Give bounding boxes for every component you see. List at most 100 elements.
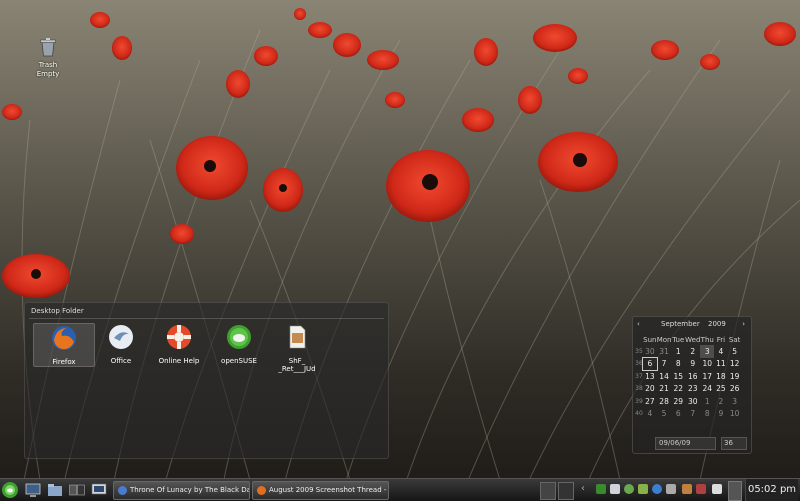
calendar-day[interactable]: 1 [700, 395, 714, 408]
week-number: 39 [635, 397, 643, 405]
pager-icon[interactable] [69, 482, 85, 498]
calendar-day[interactable]: 14 [657, 370, 672, 383]
calendar-day[interactable]: 30 [643, 345, 657, 358]
weeknum-header [635, 334, 643, 345]
week-number: 35 [635, 347, 643, 355]
calendar-day[interactable]: 23 [685, 383, 700, 396]
calendar-day[interactable]: 26 [728, 383, 742, 396]
calendar-day[interactable]: 13 [643, 370, 657, 383]
previous-month-button[interactable]: ‹ [637, 320, 640, 328]
trash-icon [40, 38, 56, 57]
calendar-day[interactable]: 5 [728, 345, 742, 358]
volume-icon[interactable] [596, 484, 606, 494]
folder-item-office[interactable]: Office [91, 323, 151, 365]
calendar-day[interactable]: 27 [643, 395, 657, 408]
calendar-day[interactable]: 3 [728, 395, 742, 408]
calendar-day[interactable]: 2 [714, 395, 728, 408]
update-notifier-icon[interactable] [624, 484, 634, 494]
trash-label-line2: Empty [36, 70, 60, 78]
calendar-day[interactable]: 22 [671, 383, 685, 396]
calendar-day[interactable]: 9 [685, 358, 700, 371]
desktop-folder-widget: Desktop Folder Firefox Office Online Hel… [24, 302, 389, 459]
calendar-day[interactable]: 10 [728, 408, 742, 421]
calendar-day[interactable]: 24 [700, 383, 714, 396]
folder-item-online-help[interactable]: Online Help [149, 323, 209, 365]
calendar-day[interactable]: 9 [714, 408, 728, 421]
task-button-music-player[interactable]: Throne Of Lunacy by The Black Dahlia [113, 481, 250, 500]
calendar-day[interactable]: 28 [657, 395, 672, 408]
calendar-day[interactable]: 19 [728, 370, 742, 383]
next-month-button[interactable]: › [742, 320, 745, 328]
calendar-day[interactable]: 2 [685, 345, 700, 358]
calendar-day[interactable]: 21 [657, 383, 672, 396]
weekday-header: Wed [685, 335, 701, 344]
weekday-header: Tue [672, 335, 685, 344]
task-label: Throne Of Lunacy by The Black Dahlia [130, 486, 249, 494]
application-launcher-icon[interactable] [0, 479, 20, 501]
show-desktop-icon[interactable] [25, 482, 41, 498]
file-manager-icon[interactable] [47, 482, 63, 498]
folder-title: Desktop Folder [31, 307, 84, 315]
tray-expand-arrow-icon[interactable]: ‹ [581, 483, 591, 497]
calendar-day[interactable]: 5 [657, 408, 672, 421]
calendar-day[interactable]: 7 [657, 358, 672, 371]
calendar-day[interactable]: 29 [671, 395, 685, 408]
calendar-day[interactable]: 20 [643, 383, 657, 396]
calendar-day[interactable]: 31 [657, 345, 672, 358]
battery-icon[interactable] [712, 484, 722, 494]
system-monitor-icon[interactable] [91, 482, 107, 498]
opensuse-icon [227, 325, 251, 349]
calendar-day[interactable]: 8 [700, 408, 714, 421]
weekday-header: Thu [700, 335, 714, 344]
folder-item-label: Online Help [158, 357, 200, 365]
calendar-day[interactable]: 18 [714, 370, 728, 383]
calendar-day[interactable]: 4 [714, 345, 728, 358]
weekday-header: Sun [643, 335, 657, 344]
folder-item-opensuse[interactable]: openSUSE [209, 323, 269, 365]
digital-clock[interactable]: 05:02 pm [745, 479, 798, 501]
calendar-year[interactable]: 2009 [708, 320, 726, 328]
calendar-day[interactable]: 11 [714, 358, 728, 371]
trash-desktop-icon[interactable]: Trash Empty [30, 36, 66, 79]
help-lifebuoy-icon [167, 325, 191, 349]
folder-divider [29, 318, 384, 319]
bluetooth-icon[interactable] [652, 484, 662, 494]
folder-item-label: Office [110, 357, 132, 365]
week-spinbox[interactable]: 36 [721, 437, 747, 450]
calendar-day[interactable]: 30 [685, 395, 700, 408]
printer-icon[interactable] [666, 484, 676, 494]
folder-item-document[interactable]: ShF_ _Ret___JUd [267, 323, 327, 373]
calendar-day[interactable]: 16 [685, 370, 700, 383]
clipboard-icon[interactable] [610, 484, 620, 494]
calendar-day[interactable]: 1 [671, 345, 685, 358]
calendar-grid: Sun Mon Tue Wed Thu Fri Sat 35 30 31 1 2… [635, 334, 741, 420]
virtual-desktop-switcher-2[interactable] [558, 482, 574, 500]
device-notifier-icon[interactable] [696, 484, 706, 494]
network-icon[interactable] [638, 484, 648, 494]
calendar-day[interactable]: 3 [700, 345, 715, 358]
calendar-day[interactable]: 8 [671, 358, 685, 371]
taskbar-panel: Throne Of Lunacy by The Black Dahlia Aug… [0, 478, 800, 501]
calendar-day[interactable]: 7 [685, 408, 700, 421]
weekday-header: Mon [656, 335, 672, 344]
package-icon[interactable] [682, 484, 692, 494]
folder-item-firefox[interactable]: Firefox [33, 323, 95, 367]
calendar-month[interactable]: September [661, 320, 700, 328]
trash-panel-icon[interactable] [728, 481, 742, 501]
task-button-firefox[interactable]: August 2009 Screenshot Thread - Page [252, 481, 389, 500]
calendar-day[interactable]: 15 [671, 370, 685, 383]
weekday-header: Sat [728, 335, 741, 344]
calendar-day[interactable]: 4 [643, 408, 657, 421]
calendar-day-selected[interactable]: 6 [642, 356, 658, 371]
firefox-icon [52, 326, 76, 350]
date-input[interactable]: 09/06/09 [655, 437, 716, 450]
document-icon [289, 325, 306, 349]
calendar-day[interactable]: 6 [671, 408, 685, 421]
calendar-day[interactable]: 25 [714, 383, 728, 396]
calendar-day[interactable]: 12 [728, 358, 742, 371]
calendar-day[interactable]: 10 [700, 358, 714, 371]
calendar-day[interactable]: 17 [700, 370, 714, 383]
task-label: August 2009 Screenshot Thread - Page [269, 486, 388, 494]
folder-item-label: Firefox [52, 358, 76, 366]
virtual-desktop-switcher[interactable] [540, 482, 556, 500]
